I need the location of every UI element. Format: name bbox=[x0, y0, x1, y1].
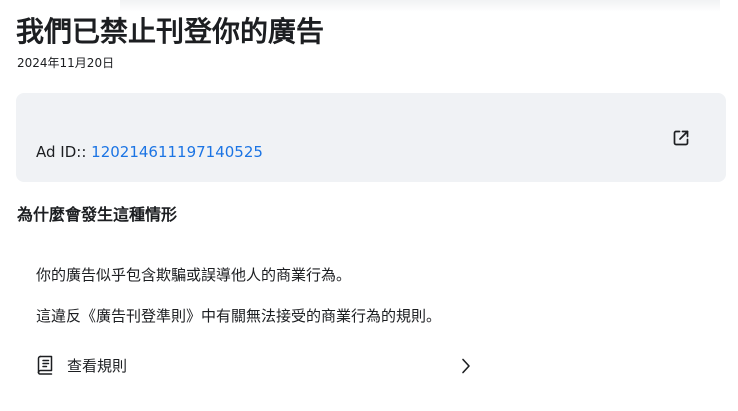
open-ad-button[interactable] bbox=[666, 123, 696, 153]
ad-id-row: Ad ID:: 120214611197140525 bbox=[36, 142, 263, 162]
chevron-right-icon bbox=[462, 358, 470, 374]
page-title: 我們已禁止刊登你的廣告 bbox=[16, 15, 325, 48]
reason-heading: 為什麼會發生這種情形 bbox=[17, 205, 178, 224]
view-rules-button[interactable]: 查看規則 bbox=[30, 350, 478, 382]
ad-id-label: Ad ID:: bbox=[36, 143, 87, 161]
reason-text: 你的廣告似乎包含欺騙或誤導他人的商業行為。 bbox=[36, 266, 352, 284]
ad-rejection-page: 我們已禁止刊登你的廣告 2024年11月20日 Ad ID:: 12021461… bbox=[0, 0, 738, 411]
ad-id-link[interactable]: 120214611197140525 bbox=[91, 143, 263, 161]
policy-text: 這違反《廣告刊登準則》中有關無法接受的商業行為的規則。 bbox=[36, 307, 442, 325]
view-rules-label: 查看規則 bbox=[67, 357, 128, 375]
external-link-icon bbox=[673, 130, 689, 146]
book-icon bbox=[37, 355, 53, 375]
top-shadow bbox=[120, 0, 720, 12]
ad-id-card: Ad ID:: 120214611197140525 bbox=[16, 93, 726, 182]
page-date: 2024年11月20日 bbox=[17, 56, 115, 70]
